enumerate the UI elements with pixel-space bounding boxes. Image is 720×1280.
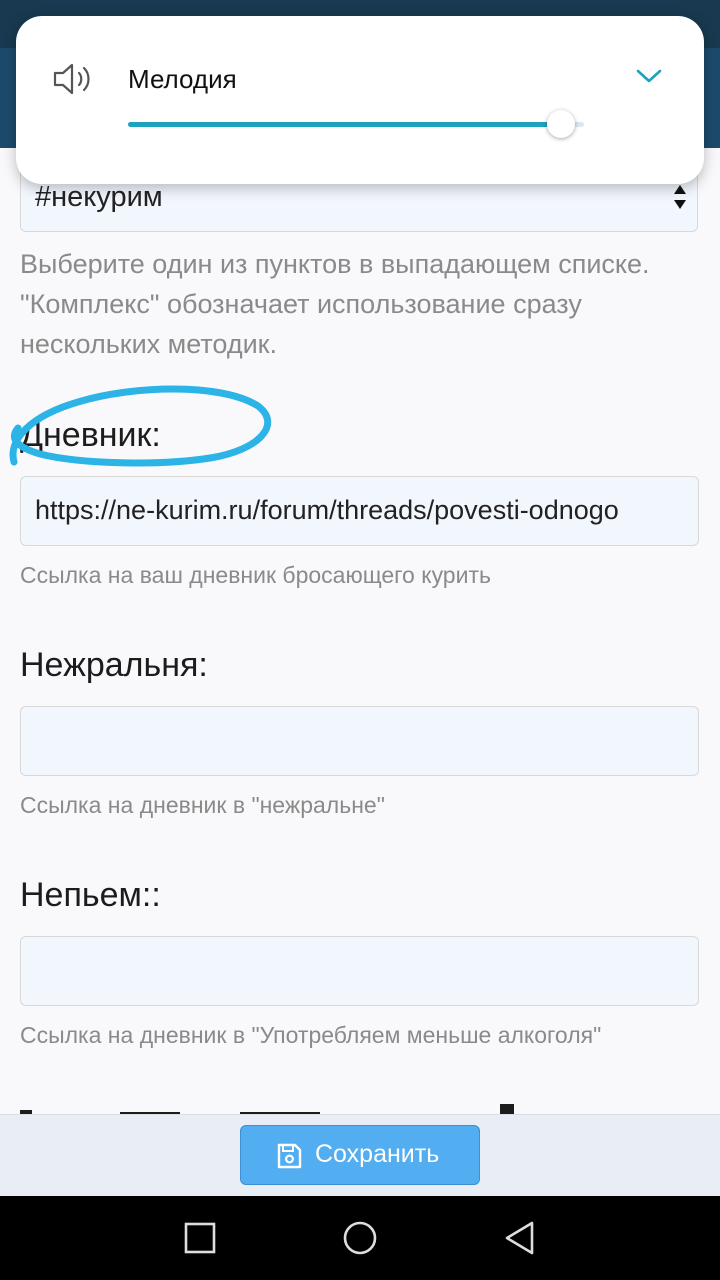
home-icon[interactable] (340, 1218, 380, 1258)
nezhralnya-label: Нежральня: (20, 646, 208, 684)
profile-form: #некурим Выберите один из пунктов в выпа… (0, 148, 720, 1114)
save-button-label: Сохранить (315, 1140, 440, 1168)
floppy-disk-icon (277, 1143, 302, 1169)
volume-stream-label: Мелодия (128, 64, 237, 94)
next-label-partial (20, 1104, 514, 1114)
recent-apps-icon[interactable] (180, 1218, 220, 1258)
nezhralnya-input[interactable] (20, 706, 699, 776)
save-bar: Сохранить (0, 1114, 720, 1196)
speaker-icon[interactable] (52, 60, 94, 98)
save-button[interactable]: Сохранить (240, 1125, 480, 1185)
method-help-text: Выберите один из пунктов в выпадающем сп… (20, 249, 650, 359)
nepyem-label: Непьем:: (20, 876, 161, 914)
navigation-bar (0, 1196, 720, 1280)
volume-slider-thumb[interactable] (547, 110, 576, 138)
volume-slider[interactable] (128, 110, 584, 138)
volume-panel: Мелодия (16, 16, 704, 184)
nezhralnya-help-text: Ссылка на дневник в "нежральне" (20, 792, 385, 818)
volume-slider-fill (128, 122, 562, 127)
select-arrows-icon (674, 185, 686, 209)
diary-input-value: https://ne-kurim.ru/forum/threads/povest… (35, 495, 619, 525)
method-select-value: #некурим (35, 181, 163, 213)
diary-label: Дневник: (20, 416, 161, 454)
diary-help-text: Ссылка на ваш дневник бросающего курить (20, 562, 491, 588)
nepyem-input[interactable] (20, 936, 699, 1006)
chevron-down-icon[interactable] (634, 66, 664, 86)
back-icon[interactable] (500, 1218, 540, 1258)
nepyem-help-text: Ссылка на дневник в "Употребляем меньше … (20, 1022, 602, 1048)
diary-input[interactable]: https://ne-kurim.ru/forum/threads/povest… (20, 476, 699, 546)
